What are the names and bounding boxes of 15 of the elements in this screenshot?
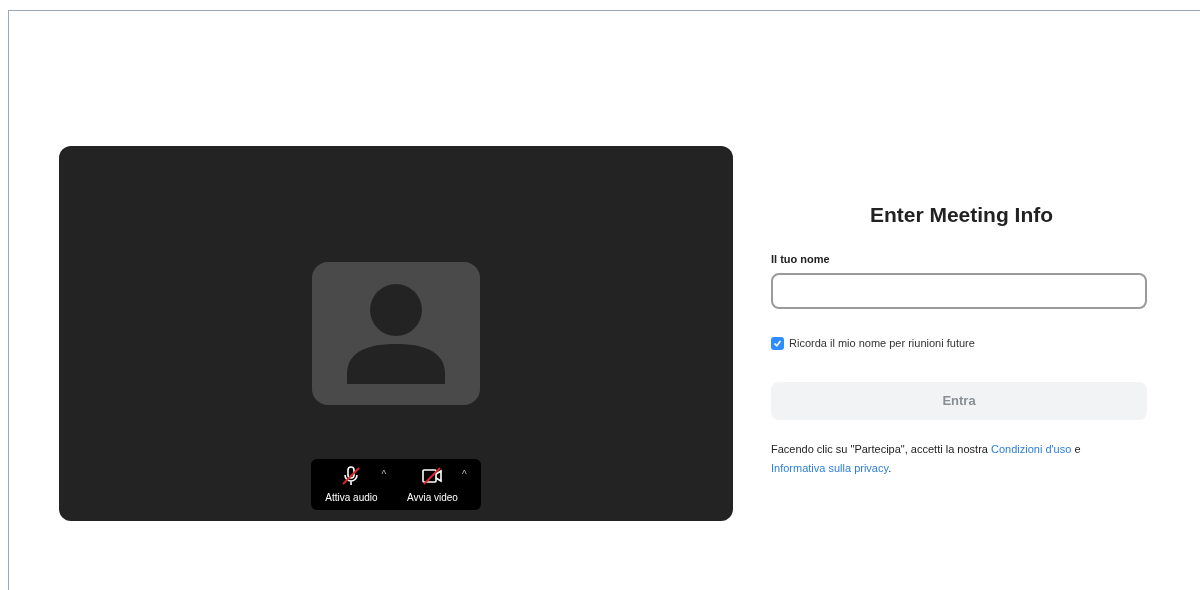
form-title: Enter Meeting Info [868,202,1055,228]
checkmark-icon [773,338,782,348]
field-label: Il tuo nome [771,251,831,267]
checkbox-label: Ricorda il mio nome per riunioni future [789,336,975,351]
microphone-icon [340,464,363,487]
name-input-field[interactable] [771,273,1147,309]
video-button[interactable]: Avvia video [406,464,458,505]
audio-button[interactable]: Attiva audio [325,464,378,505]
person-silhouette-icon [347,283,445,384]
camera-icon [421,464,444,487]
caret-button[interactable]: ^ [381,466,387,482]
remember-checkbox[interactable] [771,336,784,350]
consent-text: Facendo clic su "Partecipa", accetti la nostra Condizioni d'uso e Informativa sulla privacy. [771,441,1082,476]
terms-link[interactable]: Condizioni d'uso [990,442,1072,455]
caret-button[interactable]: ^ [461,466,467,482]
